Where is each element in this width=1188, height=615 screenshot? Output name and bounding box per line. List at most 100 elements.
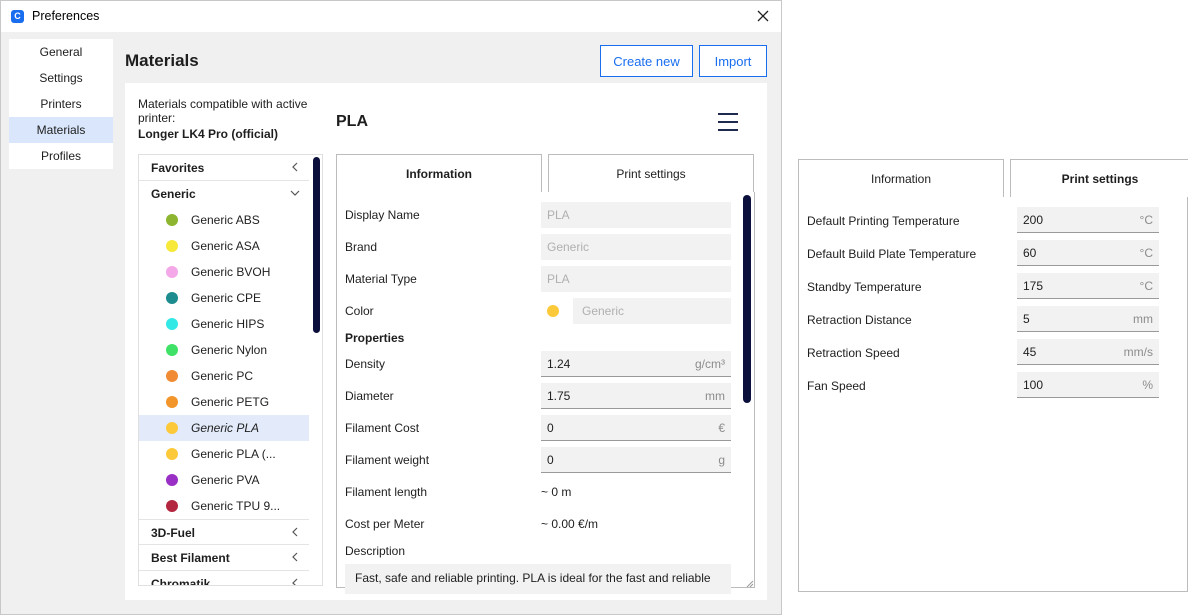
filament-length-label: Filament length — [345, 485, 428, 499]
app-icon: C — [11, 10, 24, 23]
brand-label: Brand — [345, 240, 378, 254]
resize-grip-icon[interactable] — [746, 580, 754, 588]
sidebar-item-general[interactable]: General — [9, 39, 113, 65]
color-label: Color — [345, 304, 374, 318]
hamburger-icon — [718, 113, 738, 115]
standby-temperature-label: Standby Temperature — [807, 280, 922, 294]
material-item[interactable]: Generic CPE — [139, 285, 309, 311]
filament-weight-label: Filament weight — [345, 453, 430, 467]
material-name: Generic ASA — [191, 239, 260, 253]
color-swatch — [166, 500, 178, 512]
color-swatch[interactable] — [547, 305, 559, 317]
field-value: 200 — [1023, 213, 1044, 227]
sidebar-item-settings[interactable]: Settings — [9, 65, 113, 91]
diameter-field[interactable]: 1.75 mm — [541, 383, 731, 409]
field-value: 1.75 — [547, 389, 571, 403]
field-unit: mm — [1133, 312, 1153, 326]
field-value: 100 — [1023, 378, 1044, 392]
diameter-label: Diameter — [345, 389, 394, 403]
standby-temperature-field[interactable]: 175 °C — [1017, 273, 1159, 299]
brand-row-best-filament[interactable]: Best Filament — [139, 545, 309, 571]
tab-print-settings[interactable]: Print settings — [548, 154, 754, 193]
import-button[interactable]: Import — [699, 45, 767, 77]
filament-cost-field[interactable]: 0 € — [541, 415, 731, 441]
material-name: Generic Nylon — [191, 343, 268, 357]
field-value: 5 — [1023, 312, 1030, 326]
printing-temperature-label: Default Printing Temperature — [807, 214, 960, 228]
material-type-field[interactable]: PLA — [541, 266, 731, 292]
field-unit: °C — [1139, 213, 1153, 227]
printing-temperature-field[interactable]: 200 °C — [1017, 207, 1159, 233]
chevron-left-icon — [292, 552, 298, 562]
sidebar: General Settings Printers Materials Prof… — [9, 39, 113, 169]
tab-information-secondary[interactable]: Information — [798, 159, 1004, 198]
color-swatch — [166, 344, 178, 356]
material-item[interactable]: Generic TPU 9... — [139, 493, 309, 519]
tab-information[interactable]: Information — [336, 154, 542, 193]
color-swatch — [166, 266, 178, 278]
material-item[interactable]: Generic BVOH — [139, 259, 309, 285]
material-list[interactable]: Favorites Generic Generic ABS Generic AS… — [138, 154, 323, 586]
retraction-speed-field[interactable]: 45 mm/s — [1017, 339, 1159, 365]
brand-row-favorites[interactable]: Favorites — [139, 155, 309, 181]
brand-field[interactable]: Generic — [541, 234, 731, 260]
color-swatch — [166, 396, 178, 408]
page-title: Materials — [125, 51, 199, 70]
color-name-field[interactable]: Generic — [573, 298, 731, 324]
retraction-speed-label: Retraction Speed — [807, 346, 900, 360]
field-value: 60 — [1023, 246, 1037, 260]
retraction-distance-field[interactable]: 5 mm — [1017, 306, 1159, 332]
material-item[interactable]: Generic ASA — [139, 233, 309, 259]
field-unit: °C — [1139, 246, 1153, 260]
field-value: 1.24 — [547, 357, 571, 371]
field-value: 0 — [547, 421, 554, 435]
field-unit: mm — [705, 389, 725, 403]
color-swatch — [166, 240, 178, 252]
properties-heading: Properties — [345, 331, 405, 345]
display-name-field[interactable]: PLA — [541, 202, 731, 228]
filament-weight-field[interactable]: 0g — [541, 447, 731, 473]
field-unit: mm/s — [1123, 345, 1153, 359]
detail-scrollbar[interactable] — [743, 195, 751, 403]
sidebar-item-materials[interactable]: Materials — [9, 117, 113, 143]
material-list-scrollbar[interactable] — [313, 157, 320, 333]
color-swatch — [166, 448, 178, 460]
material-item[interactable]: Generic PETG — [139, 389, 309, 415]
chevron-left-icon — [292, 162, 298, 172]
title-bar: C Preferences — [1, 1, 781, 32]
material-item[interactable]: Generic PVA — [139, 467, 309, 493]
sidebar-item-printers[interactable]: Printers — [9, 91, 113, 117]
description-label: Description — [345, 544, 406, 558]
create-new-button[interactable]: Create new — [600, 45, 693, 77]
field-value: Generic — [547, 240, 590, 254]
material-name: Generic PVA — [191, 473, 260, 487]
menu-button[interactable] — [716, 111, 740, 133]
field-unit: g/cm³ — [695, 357, 725, 371]
material-item[interactable]: Generic Nylon — [139, 337, 309, 363]
material-item[interactable]: Generic PLA (... — [139, 441, 309, 467]
sidebar-item-profiles[interactable]: Profiles — [9, 143, 113, 169]
description-field[interactable]: Fast, safe and reliable printing. PLA is… — [345, 564, 731, 594]
density-field[interactable]: 1.24 g/cm³ — [541, 351, 731, 377]
color-swatch — [166, 422, 178, 434]
material-item[interactable]: Generic ABS — [139, 207, 309, 233]
material-item[interactable]: Generic HIPS — [139, 311, 309, 337]
field-unit: °C — [1139, 279, 1153, 293]
material-name: Generic PC — [191, 369, 254, 383]
build-plate-temperature-field[interactable]: 60 °C — [1017, 240, 1159, 266]
hamburger-icon — [718, 129, 738, 131]
material-item[interactable]: Generic PC — [139, 363, 309, 389]
fan-speed-field[interactable]: 100% — [1017, 372, 1159, 398]
brand-label: Chromatik — [151, 577, 211, 586]
tab-print-settings-secondary[interactable]: Print settings — [1010, 159, 1188, 198]
chevron-left-icon — [292, 527, 298, 537]
brand-label: Best Filament — [151, 551, 230, 565]
material-item-selected[interactable]: Generic PLA — [139, 415, 309, 441]
brand-row-chromatik[interactable]: Chromatik — [139, 571, 309, 586]
brand-row-generic[interactable]: Generic — [139, 181, 309, 207]
material-name: Generic PLA — [191, 421, 260, 435]
material-name: Generic PETG — [191, 395, 270, 409]
active-printer-name: Longer LK4 Pro (official) — [138, 127, 279, 141]
close-button[interactable] — [749, 3, 777, 29]
brand-row-3d-fuel[interactable]: 3D-Fuel — [139, 519, 309, 545]
